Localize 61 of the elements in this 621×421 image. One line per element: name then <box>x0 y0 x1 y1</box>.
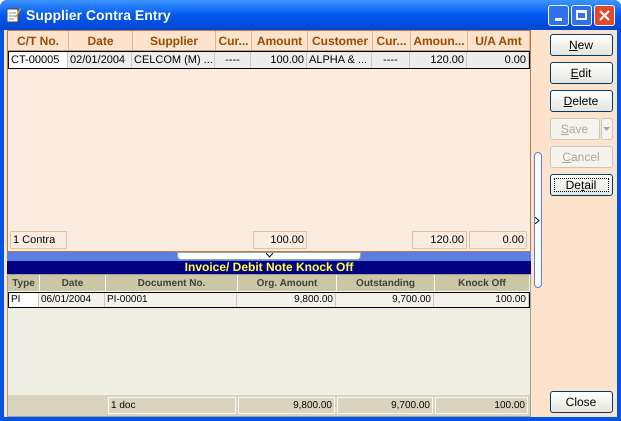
section-title: Invoice/ Debit Note Knock Off <box>7 261 531 274</box>
table-cell: ALPHA & ... <box>307 52 372 68</box>
chevron-right-icon <box>535 216 540 224</box>
table-cell: 0.00 <box>467 52 529 68</box>
table-cell: CT-00005 <box>9 52 68 68</box>
footer-cell: 100.00 <box>253 231 307 249</box>
footer-cell: 9,700.00 <box>337 397 433 414</box>
footer-cell: 120.00 <box>412 231 467 249</box>
column-header[interactable]: C/T No. <box>8 31 69 50</box>
minimize-icon <box>555 18 562 20</box>
minimize-button[interactable] <box>548 4 569 26</box>
table-cell: 06/01/2004 <box>39 293 105 307</box>
column-header[interactable]: Cur... <box>216 31 252 50</box>
column-header[interactable]: Org. Amount <box>238 275 337 292</box>
close-window-button[interactable] <box>594 4 615 26</box>
caret-icon <box>603 127 610 131</box>
table-cell: 120.00 <box>410 52 467 68</box>
column-header[interactable]: Cur... <box>373 31 411 50</box>
table-cell: ---- <box>215 52 251 68</box>
maximize-icon <box>576 10 587 20</box>
column-header[interactable]: U/A Amt <box>468 31 530 50</box>
column-header[interactable]: Document No. <box>106 275 238 292</box>
notepad-icon <box>6 7 21 23</box>
chevron-down-icon <box>266 253 272 258</box>
table-cell: ---- <box>372 52 410 68</box>
table-cell: 100.00 <box>434 293 529 307</box>
maximize-button[interactable] <box>571 4 592 26</box>
splitter-handle[interactable] <box>534 152 542 288</box>
column-header[interactable]: Knock Off <box>435 275 530 292</box>
action-button[interactable]: Delete <box>550 90 612 112</box>
column-header[interactable]: Supplier <box>133 31 216 50</box>
column-header[interactable]: Amoun... <box>411 31 468 50</box>
close-icon <box>599 10 610 20</box>
column-header[interactable]: Type <box>8 275 40 292</box>
splitter-bar[interactable] <box>7 252 531 261</box>
table-cell: 9,700.00 <box>336 293 434 307</box>
window-title: Supplier Contra Entry <box>26 6 171 25</box>
footer-cell: 1 doc <box>108 397 236 414</box>
table-cell: PI-00001 <box>105 293 237 307</box>
close-button[interactable]: Close <box>550 391 612 413</box>
table-row[interactable]: PI 06/01/2004 PI-00001 9,800.00 9,700.00 100.00 <box>8 292 530 308</box>
footer-cell: 1 Contra <box>10 231 67 249</box>
table-row[interactable]: CT-00005 02/01/2004 CELCOM (M) ... ---- 100.00 ALPHA & ... ---- 120.00 0.00 <box>8 51 530 69</box>
table-cell: 100.00 <box>251 52 307 68</box>
dropdown-button[interactable] <box>600 118 612 140</box>
column-header[interactable]: Customer <box>308 31 373 50</box>
table-cell: CELCOM (M) ... <box>132 52 215 68</box>
footer-cell: 0.00 <box>469 231 527 249</box>
action-button[interactable]: Edit <box>550 62 612 84</box>
column-header[interactable]: Date <box>69 31 133 50</box>
table-cell: PI <box>9 293 39 307</box>
column-header[interactable]: Date <box>40 275 106 292</box>
splitter-handle[interactable] <box>177 252 361 260</box>
footer-cell: 9,800.00 <box>238 397 335 414</box>
table-cell: 9,800.00 <box>237 293 336 307</box>
action-button[interactable]: New <box>550 34 612 56</box>
footer-cell: 100.00 <box>435 397 528 414</box>
table-cell: 02/01/2004 <box>68 52 132 68</box>
column-header[interactable]: Amount <box>252 31 308 50</box>
column-header[interactable]: Outstanding <box>337 275 435 292</box>
action-button[interactable]: Detail <box>550 174 612 196</box>
